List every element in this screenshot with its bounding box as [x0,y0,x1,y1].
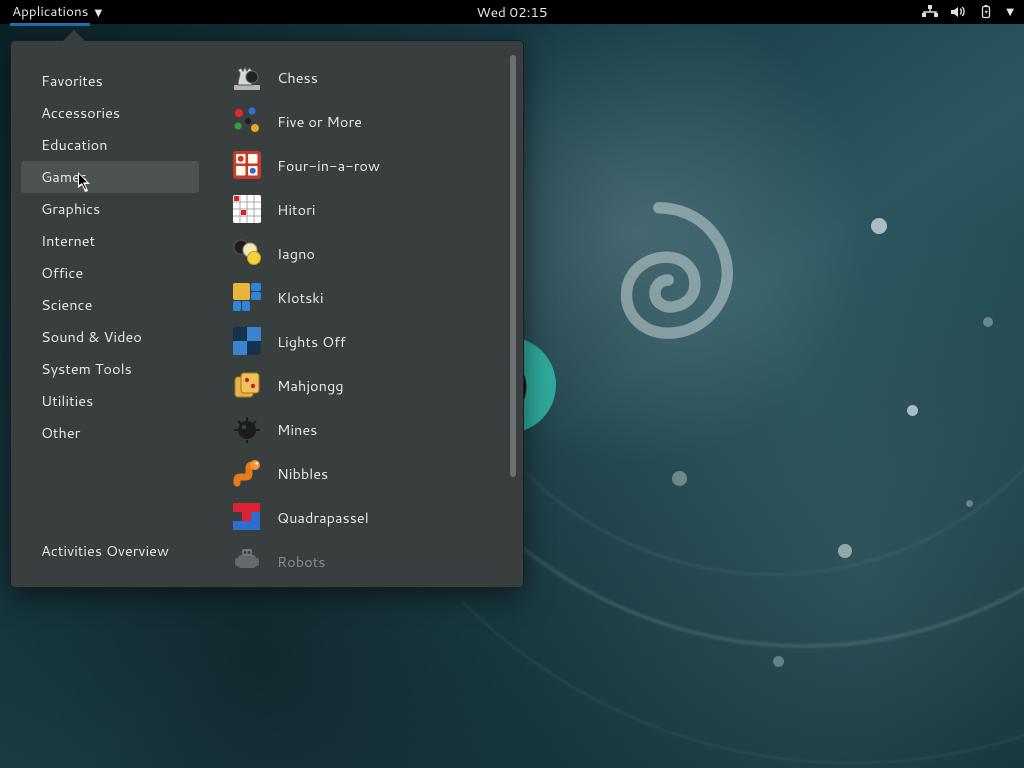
quadrapassel-icon [233,503,261,531]
battery-icon[interactable] [979,5,993,19]
hitori-grid-icon [233,195,261,223]
app-launcher-item[interactable]: Robots [209,539,505,573]
app-launcher-item[interactable]: Klotski [209,275,505,319]
mines-icon [233,415,261,443]
applications-menu-button[interactable]: Applications [10,0,90,26]
app-label: Hitori [277,199,315,220]
activities-overview-button[interactable]: Activities Overview [21,533,199,569]
application-list: Chess Five or More Four-in-a-row Hitori Iagn… [209,41,523,587]
app-label: Iagno [277,243,315,264]
category-item[interactable]: Games [21,161,199,193]
four-grid-icon [233,151,261,179]
category-item[interactable]: Accessories [21,97,199,129]
chevron-down-icon[interactable]: ▼ [1006,5,1014,19]
app-launcher-item[interactable]: Four-in-a-row [209,143,505,187]
category-item[interactable]: Other [21,417,199,449]
klotski-icon [233,283,261,311]
category-item[interactable]: Utilities [21,385,199,417]
app-label: Quadrapassel [277,507,369,528]
decor-dot [773,656,784,667]
app-launcher-item[interactable]: Nibbles [209,451,505,495]
app-launcher-item[interactable]: Lights Off [209,319,505,363]
app-label: Klotski [277,287,324,308]
app-label: Four-in-a-row [277,155,380,176]
nibbles-icon [233,459,261,487]
app-label: Chess [277,67,318,88]
decor-dot [907,405,918,416]
robots-icon [233,547,261,573]
category-item[interactable]: Favorites [21,65,199,97]
category-list: FavoritesAccessoriesEducationGamesGraphi… [11,41,209,587]
lights-off-icon [233,327,261,355]
five-dots-icon [233,107,261,135]
chevron-down-icon: ▼ [94,4,102,20]
category-item[interactable]: Internet [21,225,199,257]
debian-swirl-icon [560,185,750,375]
category-item[interactable]: Office [21,257,199,289]
app-label: Robots [277,551,325,572]
mahjongg-icon [233,371,261,399]
chess-icon [233,63,261,91]
decor-dot [966,500,973,507]
app-label: Lights Off [277,331,346,352]
decor-dot [838,544,852,558]
app-launcher-item[interactable]: Mahjongg [209,363,505,407]
app-label: Nibbles [277,463,328,484]
app-launcher-item[interactable]: Chess [209,55,505,99]
iagno-icon [233,239,261,267]
category-item[interactable]: Sound & Video [21,321,199,353]
scrollbar[interactable] [510,55,516,477]
applications-menu-panel: FavoritesAccessoriesEducationGamesGraphi… [10,40,524,588]
app-launcher-item[interactable]: Mines [209,407,505,451]
volume-icon[interactable] [951,5,966,19]
network-icon[interactable] [922,5,938,19]
decor-dot [871,218,887,234]
category-item[interactable]: Science [21,289,199,321]
app-launcher-item[interactable]: Five or More [209,99,505,143]
app-label: Mines [277,419,317,440]
top-bar: Applications ▼ Wed 02:15 ▼ [0,0,1024,24]
category-item[interactable]: System Tools [21,353,199,385]
app-launcher-item[interactable]: Hitori [209,187,505,231]
clock[interactable]: Wed 02:15 [476,3,547,22]
system-status-area[interactable]: ▼ [922,0,1014,24]
category-item[interactable]: Education [21,129,199,161]
decor-dot [983,317,993,327]
app-launcher-item[interactable]: Quadrapassel [209,495,505,539]
app-launcher-item[interactable]: Iagno [209,231,505,275]
app-label: Mahjongg [277,375,344,396]
decor-dot [672,471,687,486]
category-item[interactable]: Graphics [21,193,199,225]
app-label: Five or More [277,111,362,132]
